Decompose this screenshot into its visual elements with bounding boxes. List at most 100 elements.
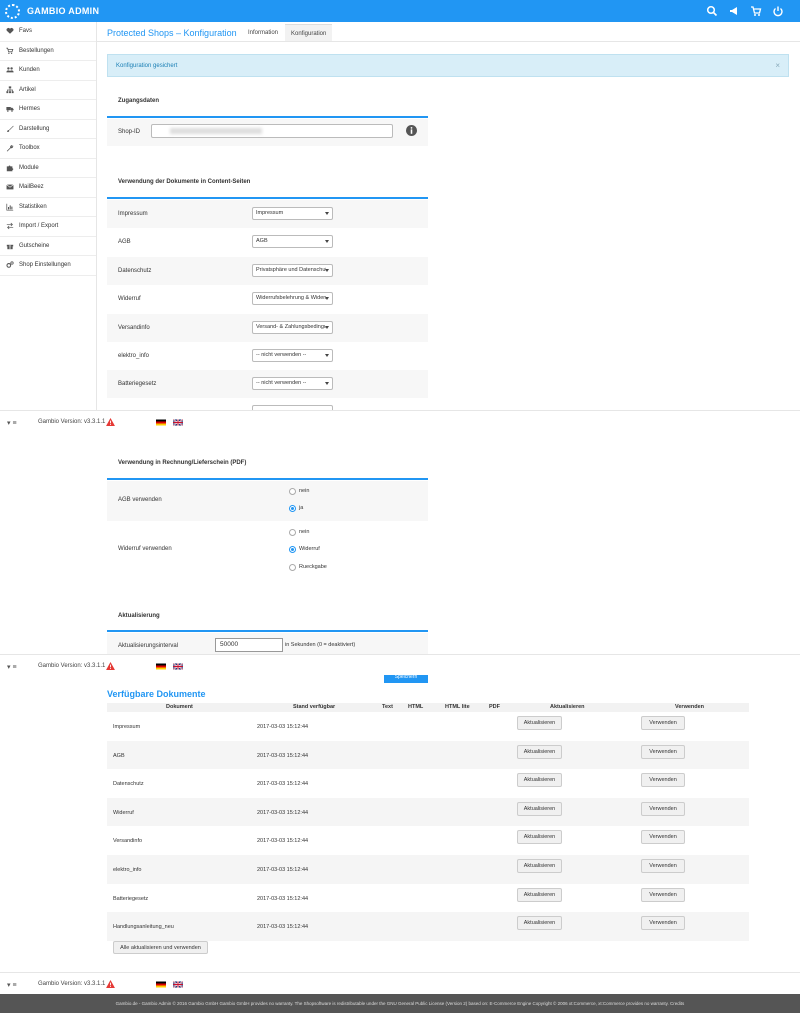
update-button[interactable]: Aktualisieren: [517, 916, 562, 931]
document-name: Impressum: [113, 724, 141, 730]
sidebar-item-label: Favs: [19, 28, 33, 35]
sidebar-item-label: Import / Export: [19, 223, 59, 230]
chevron-down-icon: [325, 212, 329, 215]
content-select-elektro-info[interactable]: -- nicht verwenden --: [252, 349, 333, 362]
select-value: -- nicht verwenden --: [256, 352, 307, 358]
info-icon[interactable]: [406, 125, 417, 136]
shop-id-input[interactable]: [151, 124, 393, 138]
menu-toggle-icon[interactable]: ▾ ≡: [7, 981, 17, 989]
copyright-footer: Gambio.de - Gambio Admin © 2016 Gambio G…: [0, 994, 800, 1013]
select-value: Impressum: [256, 210, 284, 216]
sidebar-item-shop-einstellungen[interactable]: Shop Einstellungen: [0, 256, 96, 276]
power-icon[interactable]: [772, 5, 784, 17]
document-date: 2017-03-03 15:12:44: [257, 781, 309, 788]
warning-icon[interactable]: [106, 980, 115, 988]
use-button[interactable]: Verwenden: [641, 744, 685, 759]
flag-german-icon[interactable]: [156, 981, 166, 988]
sidebar-item-gutscheine[interactable]: Gutscheine: [0, 237, 96, 256]
sidebar-item-hermes[interactable]: Hermes: [0, 100, 96, 120]
sidebar-item-label: Statistiken: [19, 203, 47, 210]
menu-toggle-icon[interactable]: ▾ ≡: [7, 419, 17, 427]
th-html: HTML: [408, 704, 424, 710]
menu-toggle-icon[interactable]: ▾ ≡: [7, 663, 17, 671]
document-date: 2017-03-03 15:12:44: [257, 838, 309, 845]
flag-german-icon[interactable]: [156, 419, 166, 426]
use-button[interactable]: Verwenden: [641, 801, 685, 816]
agb-pdf-label: AGB verwenden: [118, 497, 162, 503]
sidebar-item-favs[interactable]: Favs: [0, 22, 96, 42]
sidebar-item-darstellung[interactable]: Darstellung: [0, 120, 96, 139]
content-select-agb[interactable]: AGB: [252, 235, 333, 249]
use-button[interactable]: Verwenden: [641, 830, 685, 845]
widerruf-radio-widerruf[interactable]: [289, 546, 296, 553]
footer-bar: ▾ ≡ Gambio Version: v3.3.1.1: [0, 410, 800, 432]
cart-icon[interactable]: [750, 5, 762, 17]
sidebar-item-label: Kunden: [19, 67, 40, 74]
sidebar-item-statistiken[interactable]: Statistiken: [0, 198, 96, 217]
warning-icon[interactable]: [106, 662, 115, 670]
use-button[interactable]: Verwenden: [641, 773, 685, 788]
search-icon[interactable]: [706, 5, 718, 17]
flag-german-icon[interactable]: [156, 663, 166, 670]
brand-title: GAMBIO ADMIN: [27, 6, 100, 16]
sidebar-item-module[interactable]: Module: [0, 159, 96, 178]
use-button[interactable]: Verwenden: [641, 916, 685, 931]
use-button[interactable]: Verwenden: [641, 887, 685, 902]
puzzle-icon: [6, 165, 14, 171]
flag-english-icon[interactable]: [173, 663, 183, 670]
document-row-agb: AGB 2017-03-03 15:12:44 Aktualisieren Verwe…: [107, 740, 749, 770]
update-all-button[interactable]: Alle aktualisieren und verwenden: [113, 941, 208, 954]
update-button[interactable]: Aktualisieren: [517, 773, 562, 788]
content-select-widerruf[interactable]: Widerrufsbelehrung & Widerrufsformular: [252, 292, 333, 306]
update-button[interactable]: Aktualisieren: [517, 716, 562, 730]
section-divider: [107, 116, 428, 118]
update-button[interactable]: Aktualisieren: [517, 859, 562, 873]
agb-radio-nein[interactable]: [289, 488, 296, 495]
interval-input[interactable]: 50000: [215, 638, 283, 652]
widerruf-radio-nein[interactable]: [289, 529, 296, 536]
widerruf-radio-widerruf-label: Widerruf: [299, 546, 320, 552]
document-name: AGB: [113, 752, 125, 759]
content-row-label: Widerruf: [118, 296, 141, 303]
content-select-impressum[interactable]: Impressum: [252, 207, 333, 220]
warning-icon[interactable]: [106, 418, 115, 426]
update-button[interactable]: Aktualisieren: [517, 830, 562, 845]
document-name: Widerruf: [113, 809, 134, 816]
update-button[interactable]: Aktualisieren: [517, 801, 562, 816]
update-button[interactable]: Aktualisieren: [517, 744, 562, 759]
save-button[interactable]: Speichern: [384, 675, 428, 683]
sidebar-item-label: Toolbox: [19, 145, 40, 152]
update-button[interactable]: Aktualisieren: [517, 887, 562, 902]
flag-english-icon[interactable]: [173, 981, 183, 988]
sidebar-item-artikel[interactable]: Artikel: [0, 81, 96, 100]
content-row-label: Batteriegesetz: [118, 381, 157, 388]
chevron-down-icon: [325, 297, 329, 301]
tab-information[interactable]: Information: [242, 24, 284, 42]
select-value: -- nicht verwenden --: [256, 380, 307, 387]
chevron-down-icon: [325, 382, 329, 386]
tab-konfiguration[interactable]: Konfiguration: [285, 24, 333, 42]
sidebar-item-toolbox[interactable]: Toolbox: [0, 139, 96, 159]
truck-icon: [6, 107, 14, 113]
sidebar-item-import-export[interactable]: Import / Export: [0, 217, 96, 237]
flag-english-icon[interactable]: [173, 419, 183, 426]
gambio-logo[interactable]: [5, 4, 20, 19]
document-row-batteriegesetz: Batteriegesetz 2017-03-03 15:12:44 Aktuali…: [107, 884, 749, 913]
widerruf-radio-rueckgabe[interactable]: [289, 564, 296, 571]
content-select-batteriegesetz[interactable]: -- nicht verwenden --: [252, 377, 333, 391]
content-select-versandinfo[interactable]: Versand- & Zahlungsbedingungen: [252, 320, 333, 334]
megaphone-icon[interactable]: [728, 5, 740, 17]
content-select-datenschutz[interactable]: Privatsphäre und Datenschutz: [252, 263, 333, 277]
sidebar-item-label: Gutscheine: [19, 242, 50, 249]
sidebar-item-label: Shop Einstellungen: [19, 262, 71, 269]
agb-radio-ja[interactable]: [289, 505, 296, 512]
use-button[interactable]: Verwenden: [641, 716, 685, 730]
sidebar-item-mailbeez[interactable]: MailBeez: [0, 178, 96, 198]
content-row-label: Datenschutz: [118, 267, 152, 274]
sidebar-item-bestellungen[interactable]: Bestellungen: [0, 42, 96, 61]
envelope-icon: [6, 184, 14, 190]
use-button[interactable]: Verwenden: [641, 859, 685, 873]
document-name: elektro_info: [113, 867, 142, 873]
sidebar-item-kunden[interactable]: Kunden: [0, 61, 96, 81]
close-icon[interactable]: ×: [775, 61, 780, 70]
